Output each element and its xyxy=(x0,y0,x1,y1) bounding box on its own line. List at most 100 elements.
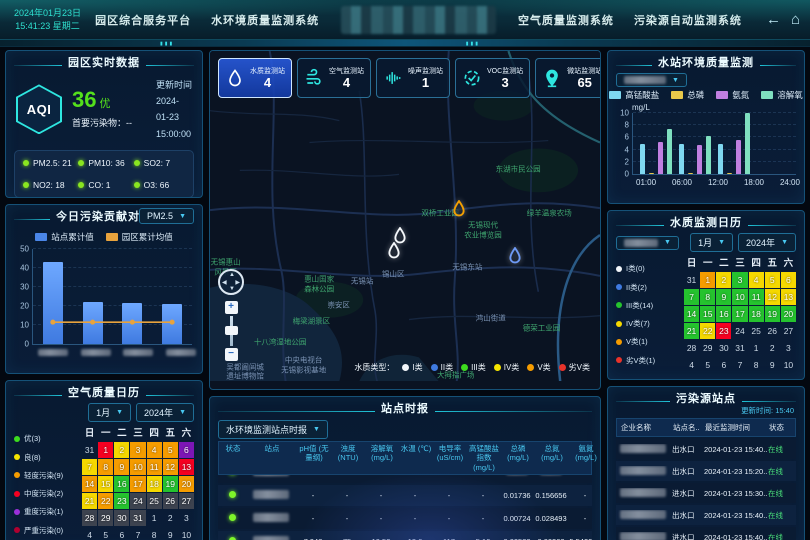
bar[interactable] xyxy=(697,145,702,174)
calendar-day[interactable]: 10 xyxy=(732,289,747,305)
calendar-day[interactable]: 10 xyxy=(179,527,194,540)
calendar-day[interactable]: 28 xyxy=(82,510,97,526)
water-station-marker[interactable] xyxy=(508,247,521,269)
calendar-day[interactable]: 16 xyxy=(114,476,129,492)
bar[interactable] xyxy=(718,144,723,174)
calendar-day[interactable]: 27 xyxy=(179,493,194,509)
calendar-day[interactable]: 8 xyxy=(749,357,764,373)
calendar-day[interactable]: 31 xyxy=(130,510,145,526)
table-row[interactable]: 出水口2024-01-23 15:40..在线 xyxy=(616,439,796,459)
legend-item[interactable]: 站点累计值 xyxy=(35,231,94,243)
calendar-day[interactable]: 6 xyxy=(716,357,731,373)
calendar-day[interactable]: 20 xyxy=(179,476,194,492)
bar[interactable] xyxy=(745,113,750,174)
calendar-day[interactable]: 21 xyxy=(684,323,699,339)
calendar-day[interactable]: 19 xyxy=(765,306,780,322)
calendar-day[interactable]: 10 xyxy=(781,357,796,373)
calendar-day[interactable]: 5 xyxy=(700,357,715,373)
table-row[interactable]: -------- xyxy=(218,475,592,483)
calendar-day[interactable]: 2 xyxy=(765,340,780,356)
legend-item[interactable]: 氨氮 xyxy=(716,89,749,101)
station-filter-button[interactable]: 噪声监测站1 xyxy=(376,58,450,98)
calendar-day[interactable]: 7 xyxy=(732,357,747,373)
bar[interactable] xyxy=(688,173,693,174)
calendar-day[interactable]: 30 xyxy=(716,340,731,356)
calendar-day[interactable]: 12 xyxy=(765,289,780,305)
calendar-day[interactable]: 18 xyxy=(147,476,162,492)
calendar-day[interactable]: 6 xyxy=(179,442,194,458)
table-row[interactable]: 出水口2024-01-23 15:20..在线 xyxy=(616,461,796,481)
calendar-day[interactable]: 10 xyxy=(130,459,145,475)
calendar-day[interactable]: 12 xyxy=(163,459,178,475)
calendar-day[interactable]: 4 xyxy=(147,442,162,458)
nav-pollution-system[interactable]: 污染源自动监测系统 xyxy=(624,8,752,32)
calendar-day[interactable]: 8 xyxy=(98,459,113,475)
water-station-marker[interactable] xyxy=(388,242,401,264)
calendar-day[interactable]: 18 xyxy=(749,306,764,322)
calendar-day[interactable]: 30 xyxy=(114,510,129,526)
calendar-day[interactable]: 26 xyxy=(163,493,178,509)
calendar-day[interactable]: 19 xyxy=(163,476,178,492)
month-select[interactable]: 1月▼ xyxy=(88,403,131,422)
calendar-day[interactable]: 3 xyxy=(732,272,747,288)
report-type-select[interactable]: 水环境监测站点时报▼ xyxy=(218,420,328,439)
table-row[interactable]: ------0.007240.028493-- xyxy=(218,508,592,529)
calendar-day[interactable]: 9 xyxy=(716,289,731,305)
calendar-day[interactable]: 1 xyxy=(700,272,715,288)
legend-item[interactable]: 高锰酸盐 xyxy=(609,89,659,101)
calendar-day[interactable]: 26 xyxy=(765,323,780,339)
calendar-station-select[interactable]: ▼ xyxy=(616,236,679,250)
calendar-day[interactable]: 31 xyxy=(732,340,747,356)
calendar-day[interactable]: 8 xyxy=(700,289,715,305)
bar[interactable] xyxy=(727,173,732,174)
calendar-day[interactable]: 29 xyxy=(700,340,715,356)
bar[interactable] xyxy=(736,140,741,174)
table-row[interactable]: 进水口2024-01-23 15:40..在线 xyxy=(616,527,796,540)
calendar-day[interactable]: 23 xyxy=(716,323,731,339)
calendar-day[interactable]: 13 xyxy=(179,459,194,475)
calendar-day[interactable]: 2 xyxy=(163,510,178,526)
calendar-day[interactable]: 23 xyxy=(114,493,129,509)
calendar-day[interactable]: 14 xyxy=(684,306,699,322)
zoom-track[interactable] xyxy=(230,316,233,346)
calendar-day[interactable]: 22 xyxy=(98,493,113,509)
table-row[interactable]: 出水口2024-01-23 15:40..在线 xyxy=(616,505,796,525)
nav-water-system[interactable]: 水环境质量监测系统 xyxy=(201,8,329,32)
legend-item[interactable]: 园区累计均值 xyxy=(106,231,173,243)
calendar-day[interactable]: 7 xyxy=(82,459,97,475)
map-container[interactable]: 水质监测站4空气监测站4噪声监测站1VOC监测站3微站监测站65污染源监测站6 … xyxy=(209,50,601,390)
calendar-day[interactable]: 17 xyxy=(130,476,145,492)
station-filter-button[interactable]: VOC监测站3 xyxy=(455,58,530,98)
calendar-day[interactable]: 14 xyxy=(82,476,97,492)
water-station-marker[interactable] xyxy=(452,200,465,222)
station-filter-button[interactable]: 水质监测站4 xyxy=(218,58,292,98)
calendar-day[interactable]: 6 xyxy=(114,527,129,540)
zoom-handle[interactable] xyxy=(225,326,238,335)
calendar-day[interactable]: 9 xyxy=(765,357,780,373)
calendar-day[interactable]: 4 xyxy=(749,272,764,288)
calendar-day[interactable]: 9 xyxy=(114,459,129,475)
legend-item[interactable]: 总磷 xyxy=(671,89,704,101)
calendar-day[interactable]: 25 xyxy=(147,493,162,509)
calendar-day[interactable]: 4 xyxy=(684,357,699,373)
calendar-day[interactable]: 28 xyxy=(684,340,699,356)
table-row[interactable]: ------0.017360.156656-- xyxy=(218,485,592,506)
calendar-day[interactable]: 17 xyxy=(732,306,747,322)
calendar-day[interactable]: 27 xyxy=(781,323,796,339)
station-filter-button[interactable]: 空气监测站4 xyxy=(297,58,371,98)
calendar-day[interactable]: 2 xyxy=(114,442,129,458)
station-filter-button[interactable]: 微站监测站65 xyxy=(535,58,601,98)
calendar-day[interactable]: 16 xyxy=(716,306,731,322)
calendar-day[interactable]: 4 xyxy=(82,527,97,540)
calendar-day[interactable]: 15 xyxy=(98,476,113,492)
calendar-day[interactable]: 20 xyxy=(781,306,796,322)
bar[interactable] xyxy=(667,129,672,174)
table-row[interactable]: 7.9487510.5213.61175.160.005880.002685.5… xyxy=(218,531,592,540)
nav-park-platform[interactable]: 园区综合服务平台 xyxy=(85,8,201,32)
calendar-day[interactable]: 5 xyxy=(765,272,780,288)
calendar-day[interactable]: 5 xyxy=(98,527,113,540)
calendar-day[interactable]: 25 xyxy=(749,323,764,339)
calendar-day[interactable]: 13 xyxy=(781,289,796,305)
bar[interactable] xyxy=(679,144,684,175)
calendar-day[interactable]: 15 xyxy=(700,306,715,322)
